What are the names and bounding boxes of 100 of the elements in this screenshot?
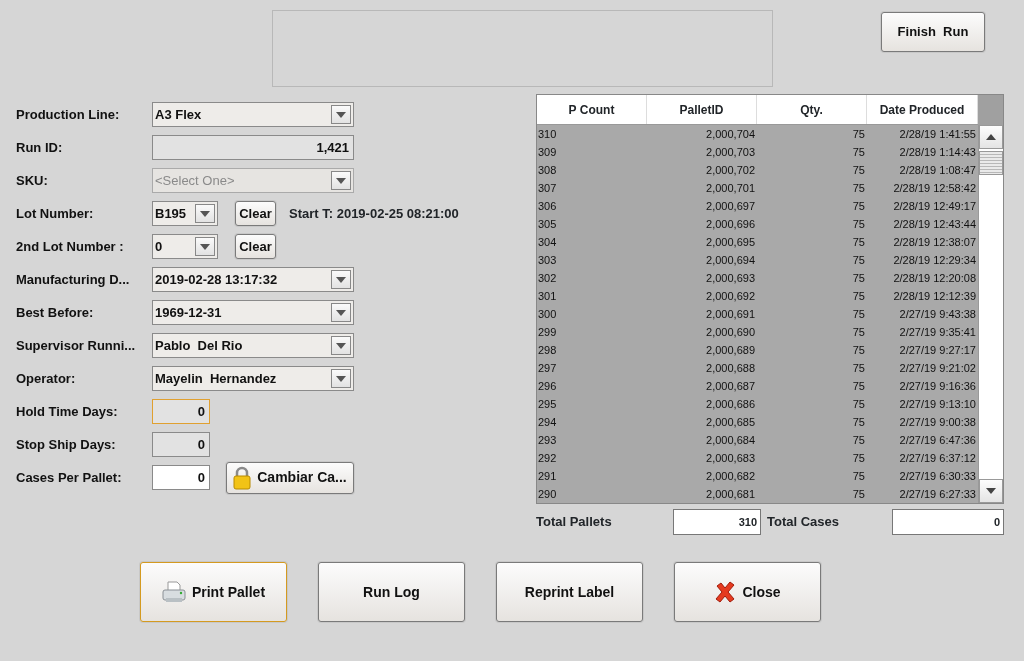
table-cell-text: 2,000,689	[705, 342, 756, 358]
table-cell-text: 2,000,696	[705, 216, 756, 232]
dropdown[interactable]: 0	[152, 234, 218, 259]
table-cell-text: 75	[851, 432, 866, 448]
dropdown[interactable]: A3 Flex	[152, 102, 354, 127]
table-cell-text: 2/27/19 9:43:38	[898, 306, 977, 322]
table-cell-text: 300	[537, 306, 558, 322]
table-cell-text: 295	[537, 396, 558, 412]
table-cell-text: 2/28/19 12:20:08	[892, 270, 977, 286]
table-cell-text: 75	[851, 396, 866, 412]
input-field[interactable]: 1,421	[152, 135, 354, 160]
table-cell-text: 301	[537, 288, 558, 304]
input-field[interactable]: 0	[152, 399, 210, 424]
scroll-thumb[interactable]	[979, 151, 1003, 175]
field-label: Hold Time Days:	[16, 402, 119, 421]
table-cell-text: 302	[537, 270, 558, 286]
table-cell-text: 75	[851, 144, 866, 160]
table-cell-text: 2/28/19 12:58:42	[892, 180, 977, 196]
field-label: SKU:	[16, 171, 49, 190]
table-cell-text: 75	[851, 126, 866, 142]
column-header[interactable]: P Count	[537, 95, 647, 124]
table-cell-text: 75	[851, 180, 866, 196]
padlock-icon	[233, 465, 252, 490]
table-cell-text: 75	[851, 270, 866, 286]
scroll-up-icon[interactable]	[979, 125, 1003, 149]
scrollbar[interactable]	[978, 125, 1003, 503]
dropdown[interactable]: 1969-12-31	[152, 300, 354, 325]
table-cell-text: 2,000,701	[705, 180, 756, 196]
table-cell-text: 2/27/19 9:16:36	[898, 378, 977, 394]
table-cell-text: 2/27/19 9:13:10	[898, 396, 977, 412]
field-label: Stop Ship Days:	[16, 435, 117, 454]
table-cell-text: 307	[537, 180, 558, 196]
table-cell-text: 2,000,692	[705, 288, 756, 304]
table-cell-text: 290	[537, 486, 558, 502]
table-cell-text: 299	[537, 324, 558, 340]
change-button[interactable]: Cambiar Ca...	[226, 461, 354, 494]
field-label: Production Line:	[16, 105, 121, 124]
scroll-down-icon[interactable]	[979, 479, 1003, 503]
table-cell-text: 75	[851, 450, 866, 466]
table-cell-text: 2,000,687	[705, 378, 756, 394]
table-cell-text: 2,000,686	[705, 396, 756, 412]
table-cell-text: 292	[537, 450, 558, 466]
table-cell-text: 305	[537, 216, 558, 232]
input-field[interactable]: 0	[152, 465, 210, 490]
table-cell-text: 2/27/19 6:27:33	[898, 486, 977, 502]
table-cell-text: 296	[537, 378, 558, 394]
dropdown[interactable]: Pablo Del Rio	[152, 333, 354, 358]
column-header[interactable]: Qty.	[757, 95, 867, 124]
table-cell-text: 75	[851, 360, 866, 376]
clear-button[interactable]: Clear	[235, 234, 276, 259]
table-cell-text: 75	[851, 306, 866, 322]
field-label: Best Before:	[16, 303, 95, 322]
table-cell-text: 75	[851, 234, 866, 250]
action-button[interactable]: Print Pallet	[140, 562, 287, 622]
table-cell-text: 291	[537, 468, 558, 484]
field-label: Manufacturing D...	[16, 270, 131, 289]
field-label: Lot Number:	[16, 204, 95, 223]
table-cell-text: 304	[537, 234, 558, 250]
table-cell-text: 2,000,704	[705, 126, 756, 142]
table-cell-text: 2/27/19 9:21:02	[898, 360, 977, 376]
dropdown[interactable]: 2019-02-28 13:17:32	[152, 267, 354, 292]
field-label: Run ID:	[16, 138, 64, 157]
table-cell-text: 2,000,681	[705, 486, 756, 502]
table-cell-text: 75	[851, 378, 866, 394]
table-cell-text: 306	[537, 198, 558, 214]
action-button[interactable]: Run Log	[318, 562, 465, 622]
clear-button[interactable]: Clear	[235, 201, 276, 226]
table-cell-text: 75	[851, 162, 866, 178]
dropdown[interactable]: Mayelin Hernandez	[152, 366, 354, 391]
action-button[interactable]: Reprint Label	[496, 562, 643, 622]
table-cell-text: 75	[851, 468, 866, 484]
table-cell-text: 2/27/19 9:27:17	[898, 342, 977, 358]
table-cell-text: 2/28/19 1:08:47	[898, 162, 977, 178]
table-cell-text: 2/28/19 12:38:07	[892, 234, 977, 250]
table-cell-text: 2/28/19 12:49:17	[892, 198, 977, 214]
table-cell-text: 75	[851, 216, 866, 232]
table-cell-text: 2/28/19 12:43:44	[892, 216, 977, 232]
field-label: Cases Per Pallet:	[16, 468, 123, 487]
table-cell-text: 298	[537, 342, 558, 358]
action-button[interactable]: Close	[674, 562, 821, 622]
table-cell-text: 75	[851, 342, 866, 358]
table-cell-text: 309	[537, 144, 558, 160]
table-cell-text: 2/27/19 6:30:33	[898, 468, 977, 484]
table-cell-text: 2,000,690	[705, 324, 756, 340]
total-label: Total Pallets	[536, 513, 613, 532]
column-header[interactable]: PalletID	[647, 95, 757, 124]
table-cell-text: 2,000,697	[705, 198, 756, 214]
field-label: Operator:	[16, 369, 77, 388]
table-cell-text: 303	[537, 252, 558, 268]
input-field[interactable]: 0	[152, 432, 210, 457]
table-cell-text: 2/27/19 6:47:36	[898, 432, 977, 448]
finish-run-button[interactable]: Finish Run	[881, 12, 985, 52]
total-field: 310	[673, 509, 761, 535]
dropdown[interactable]: B195	[152, 201, 218, 226]
table-cell-text: 2/27/19 9:35:41	[898, 324, 977, 340]
table-cell-text: 2,000,683	[705, 450, 756, 466]
start-time-text: Start T: 2019-02-25 08:21:00	[289, 204, 459, 223]
table-cell-text: 2,000,693	[705, 270, 756, 286]
total-field: 0	[892, 509, 1004, 535]
table-cell-text: 2,000,682	[705, 468, 756, 484]
